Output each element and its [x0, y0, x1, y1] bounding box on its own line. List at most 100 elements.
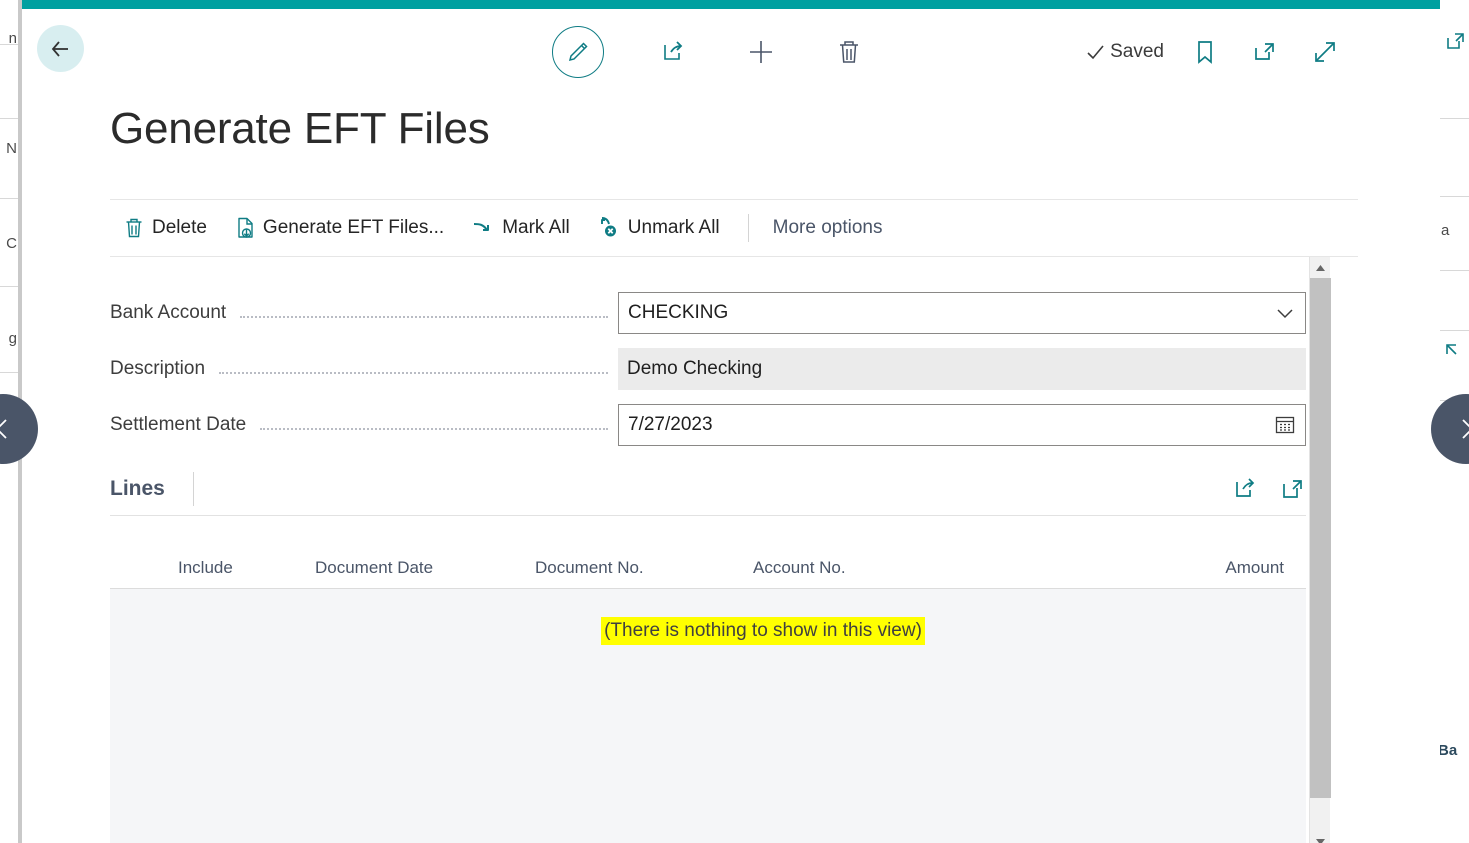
- share-icon: [664, 41, 683, 60]
- action-ribbon: Delete Generate EFT Files... Mark All Un…: [110, 199, 1358, 257]
- settlement-date-input[interactable]: [618, 404, 1306, 446]
- chevron-right-icon: [1462, 419, 1469, 439]
- lines-title: Lines: [110, 476, 165, 500]
- general-fields: Bank Account Description: [110, 285, 1306, 453]
- new-button[interactable]: [742, 33, 780, 71]
- ribbon-generate-eft-files-button[interactable]: Generate EFT Files...: [221, 211, 458, 245]
- saved-label: Saved: [1110, 41, 1164, 62]
- bank-account-dropdown-button[interactable]: [1265, 292, 1305, 334]
- background-divider: [0, 118, 18, 119]
- background-divider: [0, 372, 18, 373]
- ribbon-divider: [747, 214, 749, 242]
- share-icon: [1236, 477, 1255, 497]
- field-row-bank-account: Bank Account: [110, 285, 1306, 341]
- trash-icon: [126, 218, 142, 238]
- lines-grid: Include Document Date Document No. Accou…: [110, 545, 1306, 843]
- description-control: [618, 348, 1306, 390]
- plus-icon: [750, 41, 772, 63]
- lines-grid-header: Include Document Date Document No. Accou…: [110, 545, 1306, 589]
- top-accent-bar: [22, 0, 1440, 9]
- bank-account-label: Bank Account: [110, 302, 227, 323]
- background-text-fragment: Ba: [1440, 742, 1458, 759]
- column-header-include[interactable]: Include: [110, 558, 315, 588]
- more-options-button[interactable]: More options: [763, 211, 893, 245]
- arrow-unmark-icon: [600, 217, 616, 237]
- expand-button[interactable]: [1306, 33, 1344, 71]
- open-in-new-window-button[interactable]: [1246, 33, 1284, 71]
- check-icon: [1087, 45, 1104, 60]
- chevron-left-icon: [0, 419, 7, 439]
- lines-grid-body: (There is nothing to show in this view): [110, 589, 1306, 843]
- triangle-up-icon: [1316, 264, 1325, 271]
- page-card: Saved Generate EFT Files Delete Generate…: [22, 9, 1440, 843]
- scroll-down-button[interactable]: [1310, 831, 1331, 843]
- background-text-fragment: a: [1441, 222, 1450, 239]
- background-divider: [0, 286, 18, 287]
- trash-icon: [840, 41, 858, 63]
- bank-account-control: [618, 292, 1306, 334]
- delete-button[interactable]: [830, 33, 868, 71]
- lines-share-button[interactable]: [1232, 476, 1258, 502]
- arrow-mark-icon: [474, 223, 490, 231]
- lines-divider: [192, 471, 194, 506]
- ribbon-button-label: Unmark All: [627, 217, 720, 238]
- field-row-description: Description: [110, 341, 1306, 397]
- open-in-new-icon: [1255, 43, 1274, 60]
- column-header-document-date[interactable]: Document Date: [315, 558, 535, 588]
- back-button[interactable]: [37, 25, 84, 72]
- triangle-down-icon: [1316, 838, 1325, 843]
- pencil-icon: [568, 42, 588, 62]
- scroll-up-button[interactable]: [1310, 257, 1331, 278]
- leader-dots: [240, 316, 608, 318]
- settlement-date-label: Settlement Date: [110, 414, 247, 435]
- background-divider: [1440, 196, 1469, 197]
- ribbon-button-label: Delete: [152, 217, 207, 238]
- bookmark-icon: [1198, 41, 1212, 64]
- open-in-new-icon: [1283, 479, 1302, 498]
- background-text-fragment: n: [8, 30, 17, 47]
- leader-dots: [219, 372, 608, 374]
- background-divider: [1440, 330, 1469, 331]
- page-body: Bank Account Description: [22, 257, 1440, 843]
- command-bar-right-actions: Saved: [1085, 9, 1344, 95]
- open-in-new-icon: [1445, 30, 1467, 57]
- ribbon-delete-button[interactable]: Delete: [110, 211, 221, 245]
- page-title: Generate EFT Files: [110, 104, 490, 153]
- ribbon-button-label: Generate EFT Files...: [262, 217, 445, 238]
- ribbon-unmark-all-button[interactable]: Unmark All: [584, 210, 734, 246]
- field-row-settlement-date: Settlement Date: [110, 397, 1306, 453]
- scrollbar-thumb[interactable]: [1310, 278, 1331, 798]
- lines-actions: [1232, 476, 1306, 502]
- calendar-icon: [1275, 416, 1295, 434]
- description-label: Description: [110, 358, 206, 379]
- settlement-date-calendar-button[interactable]: [1265, 404, 1305, 446]
- chevron-down-icon: [1277, 309, 1293, 319]
- description-input: [618, 348, 1306, 390]
- background-text-fragment: g: [8, 330, 17, 347]
- settlement-date-control: [618, 404, 1306, 446]
- arrow-left-icon: [51, 40, 68, 57]
- expand-icon: [1445, 340, 1467, 367]
- bookmark-button[interactable]: [1186, 33, 1224, 71]
- file-download-icon: [238, 217, 253, 238]
- bank-account-input[interactable]: [618, 292, 1306, 334]
- background-text-fragment: N: [6, 140, 17, 157]
- ribbon-button-label: Mark All: [502, 217, 570, 238]
- command-bar: Saved: [22, 9, 1440, 95]
- background-divider: [1440, 270, 1469, 271]
- ribbon-mark-all-button[interactable]: Mark All: [458, 211, 584, 245]
- empty-state-message: (There is nothing to show in this view): [601, 617, 925, 645]
- lines-section-header: Lines: [110, 462, 1306, 516]
- lines-expand-button[interactable]: [1280, 476, 1306, 502]
- background-divider: [0, 198, 18, 199]
- column-header-account-no[interactable]: Account No.: [753, 558, 1043, 588]
- vertical-scrollbar[interactable]: [1309, 257, 1331, 843]
- status-badge: Saved: [1085, 41, 1164, 63]
- column-header-amount[interactable]: Amount: [1043, 558, 1306, 588]
- leader-dots: [260, 428, 608, 430]
- column-header-document-no[interactable]: Document No.: [535, 558, 753, 588]
- share-button[interactable]: [654, 33, 692, 71]
- edit-button[interactable]: [552, 26, 604, 78]
- background-text-fragment: C: [6, 235, 17, 252]
- background-divider: [1440, 118, 1469, 119]
